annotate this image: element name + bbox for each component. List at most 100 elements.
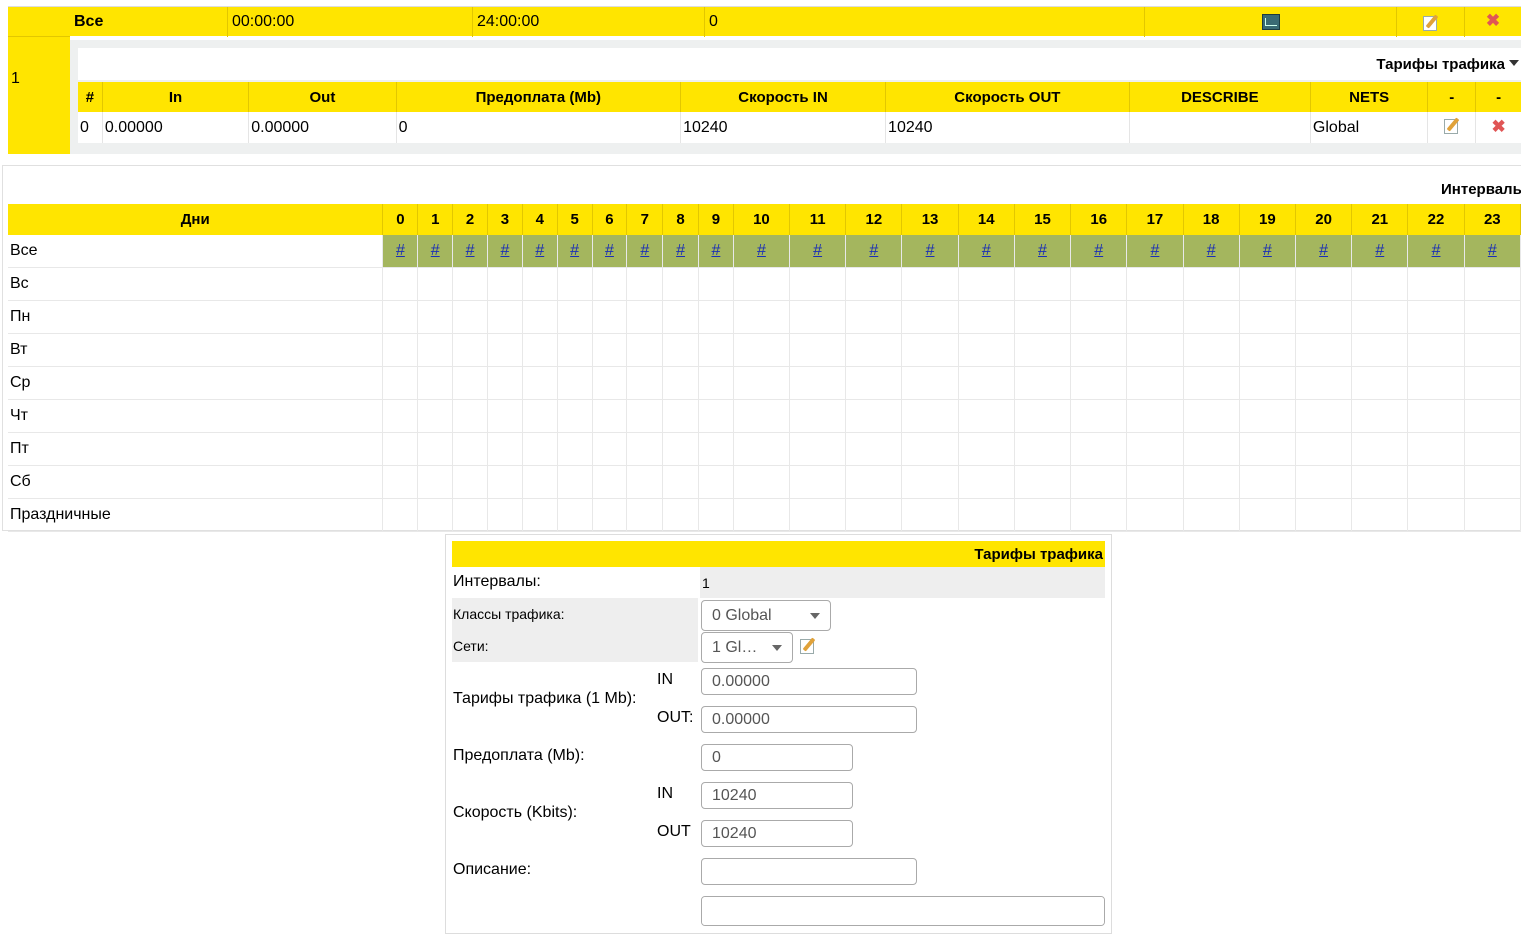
hour-link-13[interactable]: # — [926, 242, 935, 259]
grid-cell[interactable] — [1126, 333, 1184, 367]
grid-cell[interactable] — [557, 432, 593, 466]
grid-cell[interactable] — [382, 366, 419, 400]
grid-cell[interactable] — [733, 399, 791, 433]
grid-cell[interactable] — [1407, 366, 1465, 400]
grid-cell[interactable] — [1239, 465, 1296, 499]
grid-cell[interactable] — [958, 300, 1015, 334]
grid-cell[interactable] — [901, 333, 959, 367]
grid-cell[interactable] — [733, 300, 791, 334]
grid-cell[interactable] — [1014, 498, 1072, 532]
grid-cell[interactable] — [522, 399, 558, 433]
grid-cell[interactable] — [1295, 465, 1353, 499]
grid-cell[interactable] — [1295, 366, 1353, 400]
comments-textarea[interactable] — [701, 896, 1105, 926]
grid-cell[interactable] — [698, 267, 734, 301]
grid-cell[interactable] — [901, 399, 959, 433]
hour-link-5[interactable]: # — [570, 242, 579, 259]
grid-cell[interactable] — [487, 498, 523, 532]
grid-cell[interactable] — [1183, 366, 1240, 400]
grid-cell[interactable] — [1407, 432, 1465, 466]
grid-cell[interactable] — [1014, 465, 1072, 499]
speed-in-input[interactable] — [701, 782, 853, 809]
grid-cell[interactable] — [382, 432, 419, 466]
grid-cell[interactable] — [1464, 267, 1521, 301]
grid-cell[interactable] — [1126, 399, 1184, 433]
tariff-out-input[interactable] — [701, 706, 917, 733]
grid-cell[interactable] — [958, 267, 1015, 301]
grid-cell[interactable] — [901, 465, 959, 499]
grid-cell[interactable] — [522, 300, 558, 334]
grid-cell[interactable] — [592, 300, 628, 334]
grid-cell[interactable] — [845, 399, 903, 433]
grid-cell[interactable] — [789, 300, 847, 334]
grid-cell[interactable] — [845, 432, 903, 466]
grid-cell[interactable] — [1014, 333, 1072, 367]
hour-link-0[interactable]: # — [396, 242, 405, 259]
grid-cell[interactable] — [452, 399, 488, 433]
grid-cell[interactable] — [845, 366, 903, 400]
grid-cell[interactable] — [592, 399, 628, 433]
grid-cell[interactable] — [789, 432, 847, 466]
grid-cell[interactable] — [901, 366, 959, 400]
grid-cell[interactable] — [733, 267, 791, 301]
hour-link-3[interactable]: # — [500, 242, 509, 259]
grid-cell[interactable] — [1295, 399, 1353, 433]
grid-cell[interactable] — [1183, 267, 1240, 301]
grid-cell[interactable] — [1126, 366, 1184, 400]
grid-cell[interactable] — [1351, 366, 1409, 400]
grid-cell[interactable] — [698, 366, 734, 400]
grid-cell[interactable] — [789, 333, 847, 367]
grid-cell[interactable] — [1407, 399, 1465, 433]
nets-select[interactable]: 1 Gl… — [701, 632, 793, 663]
hour-link-14[interactable]: # — [982, 242, 991, 259]
grid-cell[interactable] — [592, 267, 628, 301]
hour-link-11[interactable]: # — [813, 242, 822, 259]
hour-link-4[interactable]: # — [535, 242, 544, 259]
hour-link-7[interactable]: # — [640, 242, 649, 259]
grid-cell[interactable] — [1183, 399, 1240, 433]
grid-cell[interactable] — [382, 498, 419, 532]
grid-cell[interactable] — [557, 465, 593, 499]
hour-link-2[interactable]: # — [466, 242, 475, 259]
grid-cell[interactable] — [733, 366, 791, 400]
hour-link-20[interactable]: # — [1319, 242, 1328, 259]
grid-cell[interactable] — [1351, 267, 1409, 301]
grid-cell[interactable] — [1464, 399, 1521, 433]
grid-cell[interactable] — [845, 333, 903, 367]
hour-link-21[interactable]: # — [1375, 242, 1384, 259]
grid-cell[interactable] — [626, 465, 664, 499]
grid-cell[interactable] — [487, 399, 523, 433]
grid-cell[interactable] — [662, 399, 699, 433]
hour-link-15[interactable]: # — [1038, 242, 1047, 259]
grid-cell[interactable] — [789, 399, 847, 433]
grid-cell[interactable] — [592, 333, 628, 367]
grid-cell[interactable] — [1407, 267, 1465, 301]
grid-cell[interactable] — [1239, 498, 1296, 532]
grid-cell[interactable] — [1183, 465, 1240, 499]
grid-cell[interactable] — [1183, 300, 1240, 334]
grid-cell[interactable] — [1407, 465, 1465, 499]
grid-cell[interactable] — [382, 399, 419, 433]
grid-cell[interactable] — [1464, 366, 1521, 400]
grid-cell[interactable] — [626, 498, 664, 532]
grid-cell[interactable] — [789, 498, 847, 532]
hour-link-10[interactable]: # — [757, 242, 766, 259]
grid-cell[interactable] — [662, 465, 699, 499]
grid-cell[interactable] — [626, 366, 664, 400]
grid-cell[interactable] — [452, 300, 488, 334]
grid-cell[interactable] — [1295, 432, 1353, 466]
grid-cell[interactable] — [1239, 399, 1296, 433]
grid-cell[interactable] — [417, 399, 454, 433]
grid-cell[interactable] — [662, 498, 699, 532]
grid-cell[interactable] — [522, 267, 558, 301]
grid-cell[interactable] — [382, 333, 419, 367]
grid-cell[interactable] — [522, 333, 558, 367]
grid-cell[interactable] — [522, 498, 558, 532]
grid-cell[interactable] — [1464, 333, 1521, 367]
grid-cell[interactable] — [522, 366, 558, 400]
grid-cell[interactable] — [733, 333, 791, 367]
grid-cell[interactable] — [1183, 498, 1240, 532]
grid-cell[interactable] — [662, 300, 699, 334]
grid-cell[interactable] — [626, 333, 664, 367]
grid-cell[interactable] — [1126, 432, 1184, 466]
